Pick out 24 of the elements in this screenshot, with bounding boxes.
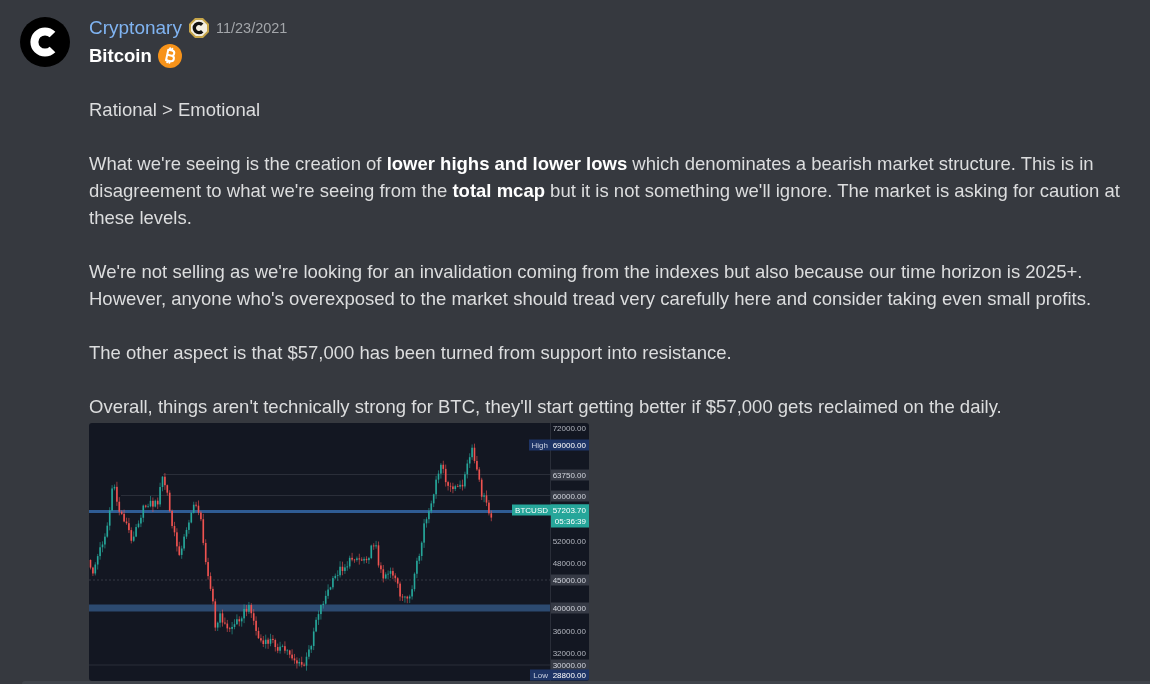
price-label: 48000.00 — [551, 557, 587, 569]
price-label: 40000.00 — [551, 602, 589, 614]
author-name[interactable]: Cryptonary — [89, 17, 182, 39]
price-label: 72000.00 — [551, 423, 587, 434]
message-text: Rational > Emotional — [89, 98, 262, 122]
message-text: Overall, things aren't technically strong for BTC, they'll start getting better if $57,000 gets reclaimed on the daily. — [89, 395, 1003, 419]
price-label: 60000.00 — [551, 490, 589, 502]
price-label: 28800.00 — [551, 669, 589, 681]
bitcoin-icon — [157, 43, 182, 68]
price-label: 69000.00 — [551, 439, 589, 451]
price-label: 30000.00 — [551, 659, 589, 671]
price-label: 63750.00 — [551, 469, 589, 481]
message-text: What we're seeing is the creation of lower highs and lower lows which denominates a bearish market structure. This is in disagreement to what we're seeing from the total mcap but it is not something we'll ignore. The market is asking for caution at these levels. — [89, 152, 1121, 230]
price-label: 32000.00 — [551, 647, 587, 659]
price-label: 36000.00 — [551, 625, 587, 637]
message-title: Bitcoin — [89, 44, 152, 67]
timestamp: 11/23/2021 — [215, 20, 288, 36]
message-text: The other aspect is that $57,000 has been turned from support into resistance. — [89, 341, 733, 365]
price-label: 52000.00 — [551, 535, 587, 547]
price-label: 45000.00 — [551, 574, 589, 586]
logo-avatar[interactable] — [20, 17, 70, 67]
octagon-badge-icon — [188, 18, 209, 38]
message-input-field[interactable] — [22, 681, 1150, 684]
message-text: We're not selling as we're looking for an invalidation coming from the indexes but also because our time horizon is 2025+. However, anyone who's overexposed to the market should tread very carefully here and consider taking even small profits. — [89, 260, 1093, 311]
